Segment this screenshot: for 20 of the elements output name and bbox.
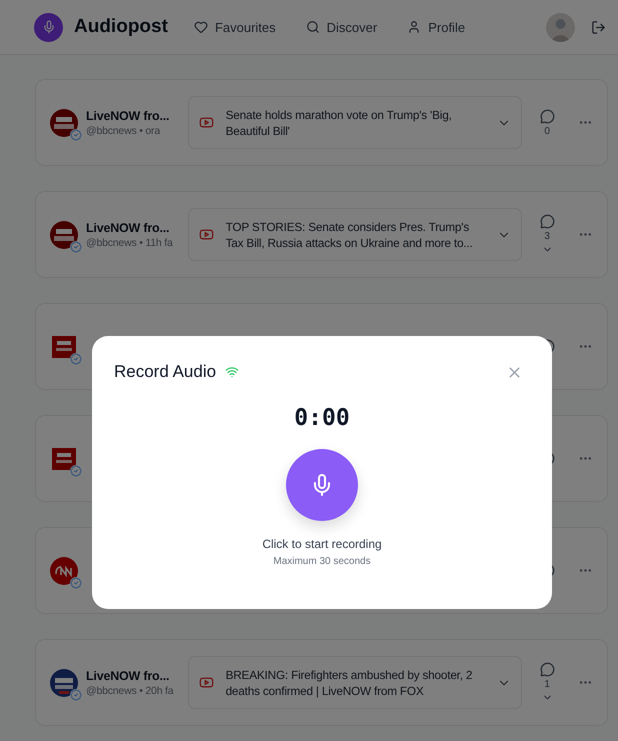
comment-count: 0 [544, 126, 550, 136]
video-headline[interactable]: Senate holds marathon vote on Trump's 'Big, Beautiful Bill' [188, 96, 522, 149]
channel-name: LiveNOW fro... [86, 668, 170, 682]
comment-count: 1 [544, 679, 550, 690]
nav-link[interactable]: Discover [306, 20, 378, 34]
video-headline[interactable]: BREAKING: Firefighters ambushed by shooter, 2 deaths confirmed | LiveNOW from FOX [188, 656, 522, 709]
channel-name: LiveNOW fro... [86, 108, 170, 122]
comment-count: 3 [544, 231, 550, 242]
nav-link[interactable]: Profile [407, 20, 466, 34]
post-meta: @bbcnews • 20h fa [86, 684, 175, 696]
timer: 0:00 [294, 405, 350, 431]
duration-limit: Maximum 30 seconds [273, 556, 371, 567]
post-meta: @bbcnews • ora [86, 124, 162, 136]
video-headline[interactable]: TOP STORIES: Senate considers Pres. Trump's Tax Bill, Russia attacks on Ukraine and more to... [188, 208, 522, 261]
nav-link[interactable]: Favourites [194, 20, 276, 34]
channel-name: LiveNOW fro... [86, 220, 170, 234]
post-meta: @bbcnews • 11h fa [86, 236, 174, 248]
brand-name: Audiopost [74, 16, 168, 38]
record-hint: Click to start recording [262, 537, 382, 551]
dialog-title: Record Audio [114, 362, 216, 382]
